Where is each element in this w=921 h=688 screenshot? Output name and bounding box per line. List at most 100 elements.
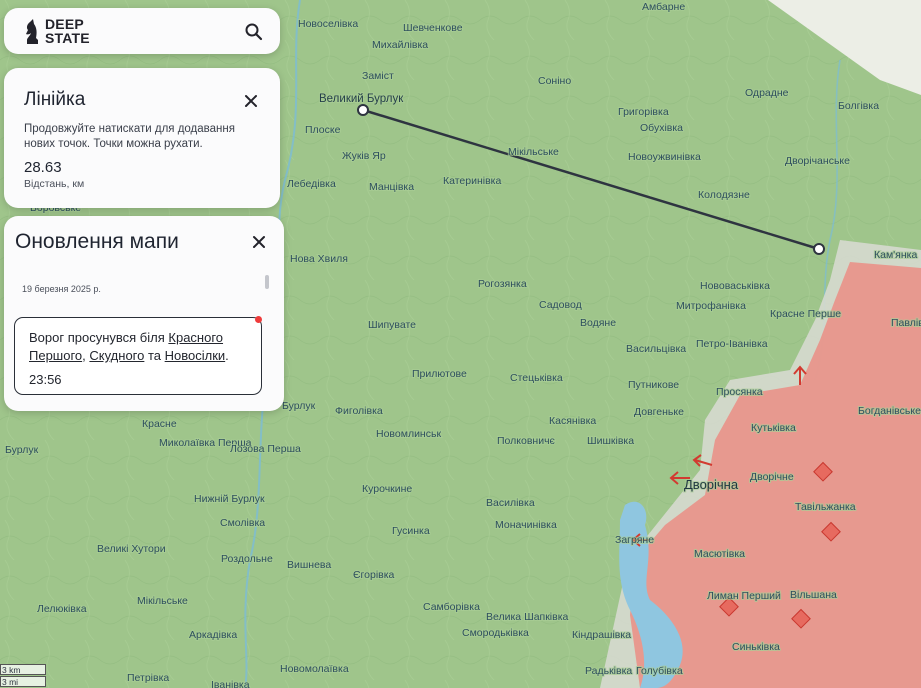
place-label: Жуків Яр — [342, 150, 386, 162]
update-card[interactable]: Ворог просунувся біля Красного Першого, … — [14, 316, 262, 395]
update-text-suffix: . — [225, 348, 229, 363]
place-label: Бурлук — [5, 444, 39, 456]
place-label: Амбарне — [642, 1, 685, 13]
updates-title: Оновлення мапи — [15, 230, 179, 253]
place-label: Стецьківка — [510, 372, 563, 384]
place-label: Новоужвинівка — [628, 151, 701, 163]
place-label: Нижній Бурлук — [194, 493, 265, 505]
place-label: Смолівка — [220, 517, 265, 529]
place-label: Мікільське — [137, 595, 188, 607]
update-text-prefix: Ворог просунувся біля — [29, 330, 169, 345]
place-label: Заміст — [362, 70, 394, 82]
place-label: Голубівка — [636, 665, 683, 677]
place-label: Фиголівка — [335, 405, 383, 417]
place-label: Красне — [142, 418, 177, 430]
place-label: Петро-Іванівка — [696, 338, 768, 350]
place-label: Колодязне — [698, 189, 750, 201]
link-skudne[interactable]: Скудного — [89, 348, 144, 363]
place-label: Шевченкове — [403, 22, 463, 34]
place-label: Болгівка — [838, 100, 879, 112]
place-label: Манцівка — [369, 181, 414, 193]
place-label: Просянка — [716, 386, 763, 398]
update-text: Ворог просунувся біля Красного Першого, … — [29, 329, 251, 365]
place-label: Іванівка — [211, 679, 250, 688]
update-date: 19 березня 2025 р. — [22, 284, 101, 294]
place-label: Загряне — [615, 534, 654, 546]
place-label: Одрадне — [745, 87, 789, 99]
map-updates-panel: Оновлення мапи 19 березня 2025 р. Ворог … — [4, 216, 284, 411]
logo-line2: STATE — [45, 30, 90, 46]
place-label: Рогозянка — [478, 278, 527, 290]
place-label: Велика Шапківка — [486, 611, 569, 623]
place-label: Роздольне — [221, 553, 273, 565]
place-label: Путникове — [628, 379, 679, 391]
place-label: Мікільське — [508, 146, 559, 158]
place-label: Шипувате — [368, 319, 416, 331]
place-label: Васильцівка — [626, 343, 686, 355]
place-label: Кутьківка — [751, 422, 796, 434]
place-label: Лебедівка — [287, 178, 336, 190]
place-label: Катеринівка — [443, 175, 501, 187]
ruler-point-end[interactable] — [813, 243, 825, 255]
place-label: Григорівка — [618, 106, 669, 118]
logo-line1: DEEP — [45, 16, 84, 32]
place-label: Дворічна — [684, 477, 739, 492]
place-label: Гусинка — [392, 525, 430, 537]
place-label: Лиман Перший — [707, 590, 781, 602]
place-label: Смородьківка — [462, 627, 529, 639]
search-icon[interactable] — [244, 22, 264, 42]
place-label: Обухівка — [640, 122, 683, 134]
place-label: Синьківка — [732, 641, 780, 653]
place-label: Курочкине — [362, 483, 412, 495]
place-label: Шишківка — [587, 435, 634, 447]
ruler-panel: Лінійка Продовжуйте натискати для додава… — [4, 68, 280, 208]
place-label: Єгорівка — [353, 569, 395, 581]
place-label: Тавільжанка — [795, 501, 856, 513]
place-label: Богданівське — [858, 405, 921, 417]
place-label: Василівка — [486, 497, 535, 509]
ruler-point-start[interactable] — [357, 104, 369, 116]
place-label: Новоселівка — [298, 18, 358, 30]
scrollbar[interactable] — [265, 275, 269, 289]
place-label: Петрівка — [127, 672, 169, 684]
place-label: Лелюківка — [37, 603, 87, 615]
place-label: Павлівка — [891, 317, 921, 329]
ruler-description: Продовжуйте натискати для додавання нови… — [24, 123, 235, 150]
scale-bar-imperial: 3 mi — [0, 676, 46, 687]
place-label: Новомолаївка — [280, 663, 349, 675]
place-label: Бурлук — [282, 400, 316, 412]
place-label: Соніно — [538, 75, 571, 87]
place-label: Водяне — [580, 317, 616, 329]
place-label: Касянівка — [549, 415, 596, 427]
update-time: 23:56 — [29, 372, 62, 387]
place-label: Кам'янка — [874, 249, 917, 261]
place-label: Моначинівка — [495, 519, 557, 531]
logo-card: DEEP STATE — [4, 8, 280, 54]
place-label: Масютівка — [694, 548, 745, 560]
close-icon[interactable] — [250, 233, 268, 251]
place-label: Нова Хвиля — [290, 253, 348, 265]
place-label: Митрофанівка — [676, 300, 746, 312]
scale-bar-metric: 3 km — [0, 664, 46, 675]
unread-dot — [255, 316, 262, 323]
place-label: Аркадівка — [189, 629, 237, 641]
place-label: Новомлинськ — [376, 428, 441, 440]
close-icon[interactable] — [242, 92, 260, 110]
place-label: Великий Бурлук — [319, 93, 404, 105]
place-label: Великі Хутори — [97, 543, 166, 555]
place-label: Самборівка — [423, 601, 480, 613]
place-label: Вишнева — [287, 559, 331, 571]
place-label: Михайлівка — [372, 39, 428, 51]
ruler-distance-label: Відстань, км — [24, 178, 85, 190]
place-label: Полковничє — [497, 435, 556, 447]
place-label: Дворічанське — [785, 155, 850, 167]
link-novosilky[interactable]: Новосілки — [165, 348, 226, 363]
place-label: Садовод — [539, 299, 582, 311]
place-label: Радьківка — [585, 665, 632, 677]
ruler-distance: 28.63 — [24, 159, 62, 176]
place-label: Дворічне — [750, 471, 794, 483]
place-label: Лозова Перша — [230, 443, 301, 455]
deepstate-logo[interactable]: DEEP STATE — [24, 17, 90, 45]
chess-knight-icon — [26, 19, 38, 44]
ruler-title: Лінійка — [24, 89, 86, 110]
